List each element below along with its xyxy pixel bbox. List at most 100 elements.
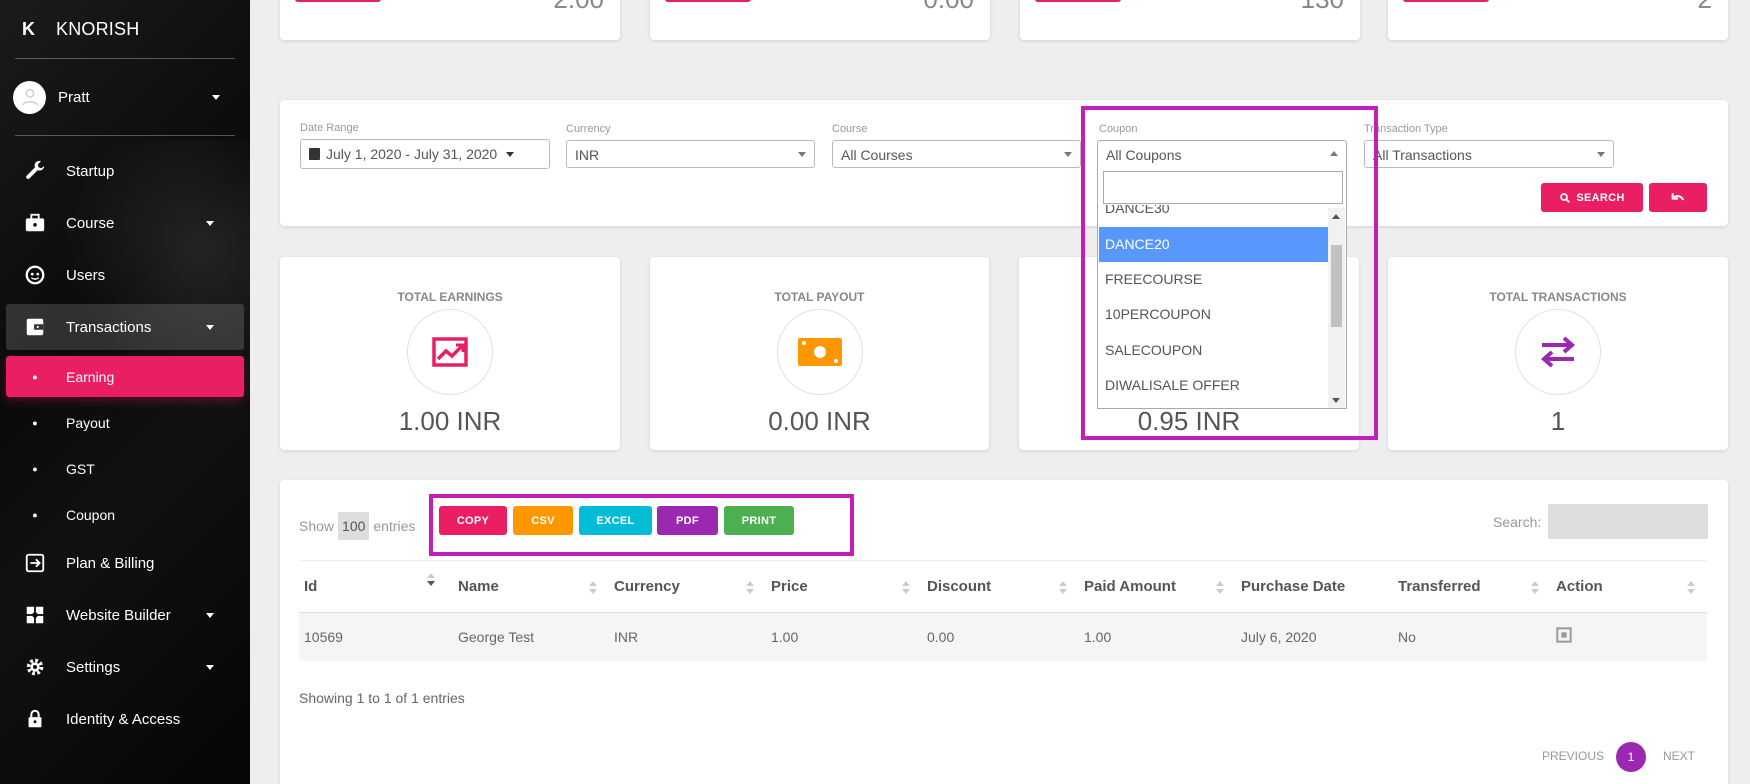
wallet-icon [19,316,51,338]
sidebar-item-payout[interactable]: ● Payout [6,402,244,443]
sidebar-item-settings[interactable]: Settings [6,644,244,690]
top-card: 130 [1020,0,1360,40]
briefcase-icon [19,212,51,234]
cell-purchase-date: July 6, 2020 [1236,612,1393,661]
search-button-label: SEARCH [1576,191,1625,204]
user-menu[interactable]: Pratt [0,59,250,135]
currency-select[interactable]: INR [566,140,815,168]
sidebar-item-coupon[interactable]: ● Coupon [6,494,244,535]
column-header-price[interactable]: Price [766,560,922,613]
column-header-discount[interactable]: Discount [922,560,1079,613]
brand[interactable]: K KNORISH [0,0,250,58]
sort-icon [746,581,754,594]
sidebar-item-earning[interactable]: ● Earning [6,356,244,397]
sidebar-item-gst[interactable]: ● GST [6,448,244,489]
stat-icon-circle [407,309,493,395]
table-search-input[interactable] [1548,504,1708,539]
sort-icon [1531,581,1539,594]
stat-title: TOTAL TRANSACTIONS [1489,290,1627,304]
lock-icon [19,708,51,730]
dots-icon: ● [32,509,38,520]
sidebar-item-identity[interactable]: Identity & Access [6,696,244,742]
column-header-transferred[interactable]: Transferred [1393,560,1551,613]
top-card: 2.00 [280,0,620,40]
entries-select[interactable]: 100 [338,512,370,540]
sidebar-item-plan-billing[interactable]: Plan & Billing [6,540,244,586]
top-card-value: 0.00 [923,0,974,15]
money-icon [797,338,842,366]
sidebar: K KNORISH Pratt Startup Course Users Tra… [0,0,250,784]
top-card-value: 2 [1698,0,1712,15]
view-details-icon[interactable] [1556,627,1572,643]
stat-value: 1.00 INR [398,406,502,436]
sidebar-nav: Startup Course Users Transactions ● Earn… [0,148,250,742]
next-page-button[interactable]: NEXT [1663,749,1695,763]
transaction-type-value: All Transactions [1373,147,1472,163]
reset-button[interactable] [1649,183,1707,212]
wrench-icon [19,160,51,182]
brand-mini: K [22,18,35,39]
chevron-down-icon [798,152,806,157]
card-header-icon [1403,0,1489,2]
divider [15,135,235,136]
search-button[interactable]: SEARCH [1541,183,1643,212]
sidebar-item-startup[interactable]: Startup [6,148,244,194]
sidebar-item-transactions[interactable]: Transactions [6,304,244,350]
stat-title: TOTAL EARNINGS [397,290,503,304]
exit-icon [19,552,51,574]
cell-name: George Test [453,612,609,661]
brand-name: KNORISH [56,18,140,39]
page-1-button[interactable]: 1 [1616,742,1646,772]
sort-icon [1216,581,1224,594]
sort-icon [1687,581,1695,594]
top-card: 2 [1388,0,1728,40]
transaction-type-select[interactable]: All Transactions [1364,140,1614,168]
column-header-purchase-date[interactable]: Purchase Date [1236,560,1393,613]
stat-icon-circle [776,309,863,395]
column-header-action[interactable]: Action [1551,560,1707,613]
column-header-currency[interactable]: Currency [609,560,766,613]
previous-page-button[interactable]: PREVIOUS [1542,749,1604,763]
sidebar-item-label: Coupon [66,506,116,523]
cell-price: 1.00 [766,612,922,661]
date-range-picker[interactable]: July 1, 2020 - July 31, 2020 [300,139,550,169]
top-card: 0.00 [650,0,990,40]
column-header-id[interactable]: Id [299,560,453,613]
stat-icon-circle [1515,309,1601,395]
date-range-value: July 1, 2020 - July 31, 2020 [326,146,498,162]
sort-icon [1059,581,1067,594]
show-label: Show [299,518,335,534]
search-icon [1560,192,1571,203]
sort-icon [427,573,435,586]
sidebar-item-label: Users [66,266,106,284]
face-icon [19,264,51,286]
undo-icon [1671,192,1685,201]
sidebar-item-website-builder[interactable]: Website Builder [6,592,244,638]
caret-down-icon [506,152,515,157]
sidebar-item-course[interactable]: Course [6,200,244,246]
column-header-name[interactable]: Name [453,560,609,613]
currency-label: Currency [566,123,611,135]
stat-value: 0.00 INR [768,406,871,436]
card-header-icon [295,0,381,2]
sidebar-item-users[interactable]: Users [6,252,244,298]
course-select[interactable]: All Courses [832,140,1081,168]
dots-icon: ● [32,371,38,382]
sidebar-item-label: Website Builder [66,606,171,624]
course-label: Course [832,123,868,135]
cell-discount: 0.00 [922,612,1079,661]
table-row: 10569 George Test INR 1.00 0.00 1.00 Jul… [299,612,1707,661]
chevron-down-icon [212,94,220,100]
total-payout-card: TOTAL PAYOUT 0.00 INR [650,257,989,450]
sidebar-item-label: Course [66,214,115,232]
sidebar-item-label: Startup [66,162,115,180]
search-label: Search: [1493,514,1542,530]
gear-icon [19,656,51,678]
cell-transferred: No [1393,612,1551,661]
table-header-row: Id Name Currency Price Discount Paid Amo… [299,560,1707,613]
highlight-box-coupon [1081,106,1378,440]
sidebar-item-label: Payout [66,414,110,431]
column-header-paid-amount[interactable]: Paid Amount [1079,560,1236,613]
cell-currency: INR [609,612,766,661]
highlight-box-export [429,494,854,556]
